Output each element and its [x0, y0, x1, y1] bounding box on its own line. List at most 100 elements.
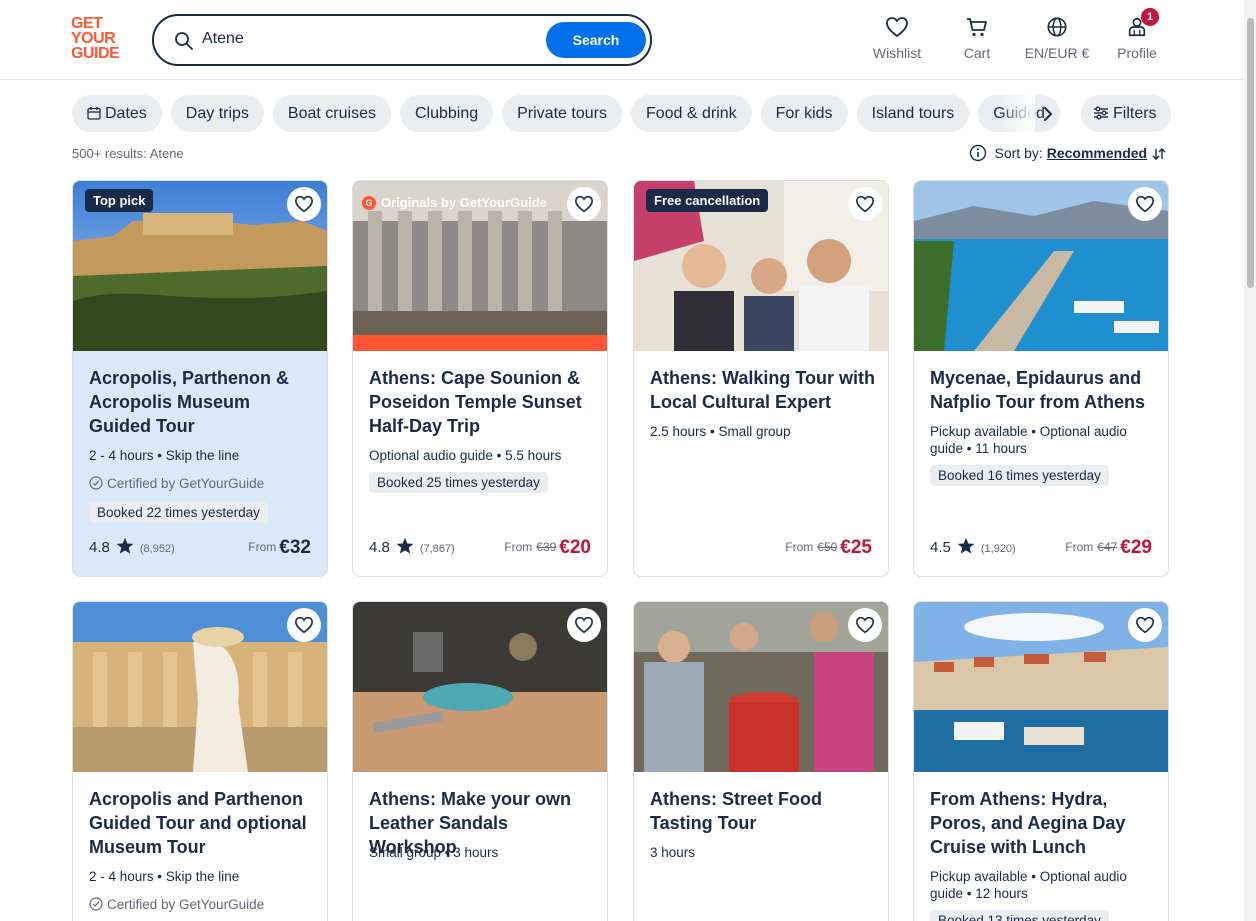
- cart-icon: [967, 18, 987, 37]
- chip-private-tours[interactable]: Private tours: [502, 95, 622, 132]
- activity-card[interactable]: Acropolis and Parthenon Guided Tour and …: [72, 601, 328, 921]
- card-title[interactable]: From Athens: Hydra, Poros, and Aegina Da…: [930, 787, 1155, 859]
- review-count: (7,867): [419, 543, 455, 555]
- page-scrollbar[interactable]: [1244, 0, 1256, 921]
- price-from: From: [504, 540, 533, 554]
- star-icon: [957, 537, 975, 554]
- activity-card[interactable]: Athens: Make your own Leather Sandals Wo…: [352, 601, 608, 921]
- category-chips: Dates Day trips Boat cruises Clubbing Privat…: [72, 95, 1062, 133]
- rating: 4.5 (1,920): [930, 537, 1016, 556]
- price-from: From: [248, 540, 277, 554]
- logo-line-1: GET: [71, 15, 103, 32]
- price: From €47 €29: [1065, 537, 1152, 559]
- chip-dates[interactable]: Dates: [72, 95, 162, 132]
- activity-card[interactable]: Athens: Street Food Tasting Tour 3 hours: [633, 601, 889, 921]
- price-from: From: [785, 540, 814, 554]
- heart-icon: [855, 616, 875, 634]
- wishlist-button[interactable]: [287, 608, 321, 642]
- wishlist-button[interactable]: [848, 187, 882, 221]
- heart-icon: [574, 616, 594, 634]
- certified-text: Certified by GetYourGuide: [107, 476, 265, 491]
- wishlist-button[interactable]: [287, 187, 321, 221]
- calendar-icon: [87, 107, 101, 120]
- rating-value: 4.5: [930, 539, 951, 556]
- activity-card[interactable]: Mycenae, Epidaurus and Nafplio Tour from…: [913, 180, 1169, 577]
- sort-value[interactable]: Recommended: [1047, 145, 1147, 161]
- card-meta: 2 - 4 hours • Skip the line: [89, 448, 240, 463]
- activity-card[interactable]: G Originals by GetYourGuide Athens: Cape …: [352, 180, 608, 577]
- scrollbar-thumb[interactable]: [1247, 18, 1254, 288]
- nav-language-currency[interactable]: EN/EUR €: [1017, 16, 1097, 61]
- card-title[interactable]: Acropolis, Parthenon & Acropolis Museum …: [89, 366, 314, 438]
- top-pick-badge: Top pick: [85, 189, 154, 212]
- price-current: €29: [1120, 537, 1152, 558]
- card-title[interactable]: Mycenae, Epidaurus and Nafplio Tour from…: [930, 366, 1155, 414]
- nav-cart[interactable]: Cart: [937, 16, 1017, 61]
- search-button[interactable]: Search: [546, 22, 646, 58]
- filters-button[interactable]: Filters: [1081, 95, 1171, 132]
- card-meta: 2 - 4 hours • Skip the line: [89, 869, 240, 884]
- info-icon: [969, 144, 986, 162]
- review-count: (1,920): [980, 543, 1016, 555]
- heart-icon: [294, 616, 314, 634]
- chip-clubbing[interactable]: Clubbing: [399, 95, 494, 132]
- heart-icon: [574, 195, 594, 213]
- card-meta: Pickup available • Optional audio guide …: [930, 424, 1127, 456]
- card-meta: 3 hours: [650, 845, 696, 860]
- price-current: €20: [559, 537, 591, 558]
- card-title[interactable]: Athens: Street Food Tasting Tour: [650, 787, 875, 835]
- originals-badge: G Originals by GetYourGuide: [362, 191, 555, 214]
- activity-card[interactable]: From Athens: Hydra, Poros, and Aegina Da…: [913, 601, 1169, 921]
- nav-wishlist-label: Wishlist: [872, 45, 922, 61]
- nav-profile-label: Profile: [1117, 45, 1157, 61]
- wishlist-button[interactable]: [567, 608, 601, 642]
- activity-card[interactable]: Top pick Acropolis, Parthenon & Acropoli…: [72, 180, 328, 577]
- chip-boat-cruises[interactable]: Boat cruises: [272, 95, 391, 132]
- chip-island-tours[interactable]: Island tours: [856, 95, 970, 132]
- rating-value: 4.8: [369, 539, 390, 556]
- card-title[interactable]: Athens: Cape Sounion & Poseidon Temple S…: [369, 366, 594, 438]
- results-summary: 500+ results: Atene: [72, 146, 184, 161]
- chip-day-trips[interactable]: Day trips: [170, 95, 264, 132]
- search-icon: [175, 32, 193, 50]
- chips-fade: [1000, 95, 1035, 133]
- star-icon: [116, 537, 134, 554]
- wishlist-button[interactable]: [567, 187, 601, 221]
- certified-check-icon: [89, 476, 103, 490]
- originals-accent-bar: [353, 335, 607, 351]
- nav-profile[interactable]: 1 Profile: [1097, 8, 1177, 61]
- chip-food-drink[interactable]: Food & drink: [630, 95, 752, 132]
- chip-for-kids[interactable]: For kids: [760, 95, 848, 132]
- certified-check-icon: [89, 897, 103, 911]
- certified-text: Certified by GetYourGuide: [107, 897, 265, 912]
- profile-notification-badge: 1: [1141, 8, 1159, 26]
- price-original: €47: [1097, 540, 1118, 554]
- nav-cart-label: Cart: [963, 45, 991, 61]
- getyourguide-logo[interactable]: GET YOUR GUIDE: [71, 16, 129, 64]
- sort-arrows-icon: [1152, 148, 1166, 160]
- logo-line-2: YOUR: [71, 30, 116, 47]
- logo-line-3: GUIDE: [71, 45, 120, 62]
- star-icon: [396, 537, 414, 554]
- chevron-right-icon[interactable]: [1037, 103, 1059, 125]
- price-original: €39: [536, 540, 557, 554]
- card-title[interactable]: Athens: Walking Tour with Local Cultural…: [650, 366, 875, 414]
- heart-icon: [855, 195, 875, 213]
- wishlist-button[interactable]: [1128, 187, 1162, 221]
- nav-wishlist[interactable]: Wishlist: [857, 16, 937, 61]
- booked-badge: Booked 16 times yesterday: [930, 465, 1109, 486]
- sort-label: Sort by:: [994, 145, 1043, 161]
- wishlist-button[interactable]: [848, 608, 882, 642]
- card-title[interactable]: Acropolis and Parthenon Guided Tour and …: [89, 787, 314, 859]
- certified-label: Certified by GetYourGuide: [89, 897, 264, 912]
- rating-value: 4.8: [89, 539, 110, 556]
- search-input[interactable]: Atene: [202, 30, 244, 48]
- sort-control[interactable]: Sort by: Recommended: [969, 144, 1167, 162]
- wishlist-button[interactable]: [1128, 608, 1162, 642]
- originals-badge-text: Originals by GetYourGuide: [381, 195, 547, 210]
- search-bar: Atene Search: [152, 14, 652, 66]
- nav-language-label: EN/EUR €: [1024, 45, 1090, 61]
- activity-card[interactable]: Free cancellation Athens: Walking Tour w…: [633, 180, 889, 577]
- price: From €50 €25: [785, 537, 872, 559]
- card-meta: Pickup available • Optional audio guide …: [930, 869, 1127, 901]
